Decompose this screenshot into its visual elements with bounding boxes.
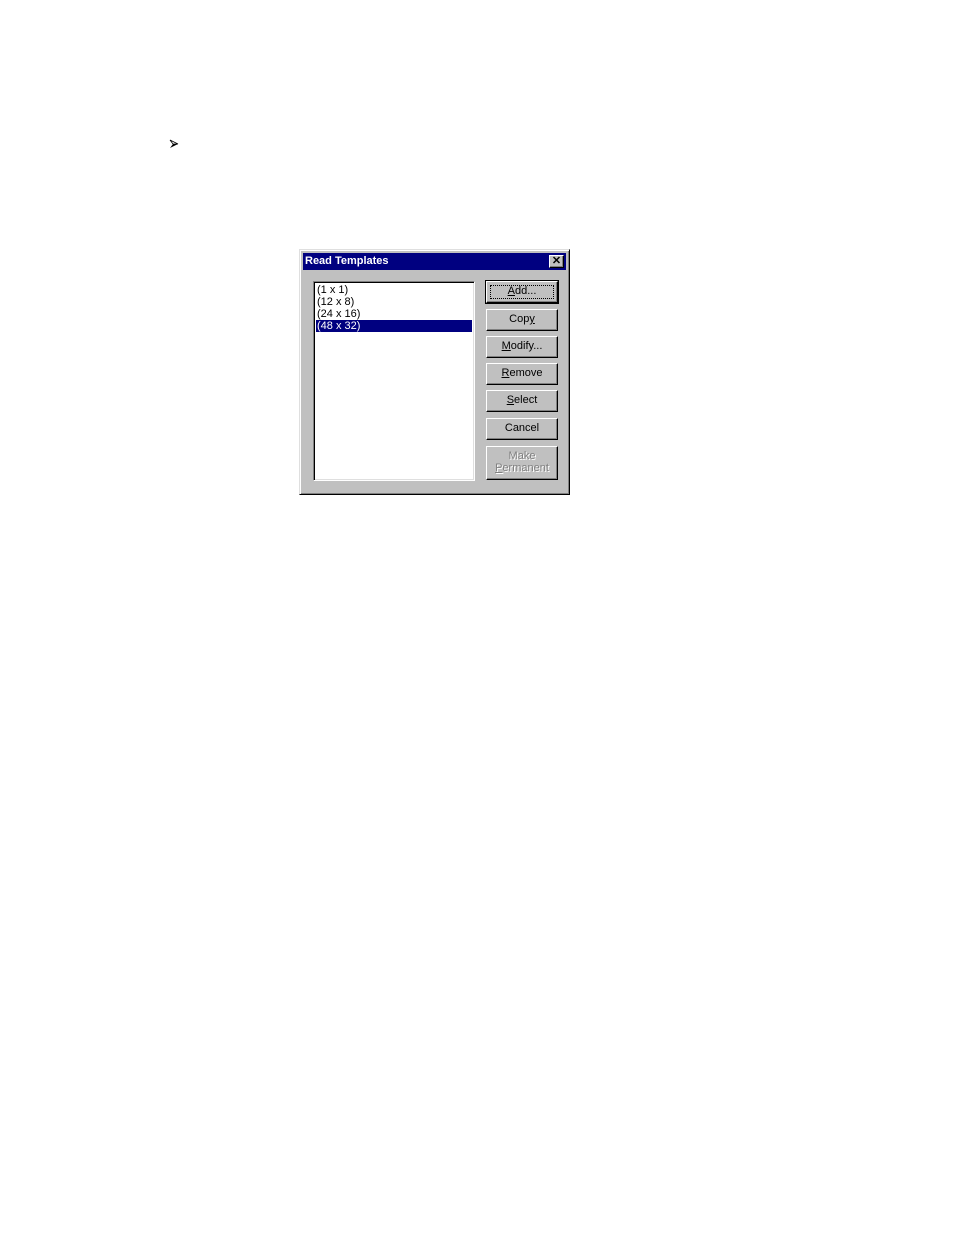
btn-label: emove [509,367,543,379]
add-button[interactable]: Add... [485,280,559,304]
btn-label: odify... [510,340,543,352]
list-item-selected[interactable]: (48 x 32) [316,320,472,332]
modify-button[interactable]: Modify... [486,336,558,358]
read-templates-dialog: Read Templates ✕ (1 x 1) (12 x 8) (24 x … [299,249,570,495]
btn-label: elect [514,394,538,406]
remove-button[interactable]: Remove [486,363,558,385]
close-icon: ✕ [551,255,562,267]
dialog-titlebar[interactable]: Read Templates ✕ [303,253,566,270]
list-item[interactable]: (24 x 16) [316,308,472,320]
close-button[interactable]: ✕ [549,255,564,268]
list-item[interactable]: (12 x 8) [316,296,472,308]
templates-listbox[interactable]: (1 x 1) (12 x 8) (24 x 16) (48 x 32) [313,281,475,481]
btn-label-line2: Permanent [487,462,557,474]
btn-mnemonic: y [529,313,535,325]
btn-mnemonic: M [501,340,511,352]
btn-label: Cop [509,313,530,325]
btn-label: ermanent [502,462,549,474]
dialog-title: Read Templates [305,255,389,267]
focus-rect [490,285,554,299]
cancel-button[interactable]: Cancel [486,418,558,440]
list-item[interactable]: (1 x 1) [316,284,472,296]
make-permanent-button[interactable]: Make Permanent [486,446,558,480]
copy-button[interactable]: Copy [486,309,558,331]
select-button[interactable]: Select [486,390,558,412]
btn-mnemonic: S [506,394,515,406]
btn-label: Cancel [504,422,540,434]
arrowhead-bullet-icon [169,139,179,148]
btn-label-line1: Make [508,450,536,462]
